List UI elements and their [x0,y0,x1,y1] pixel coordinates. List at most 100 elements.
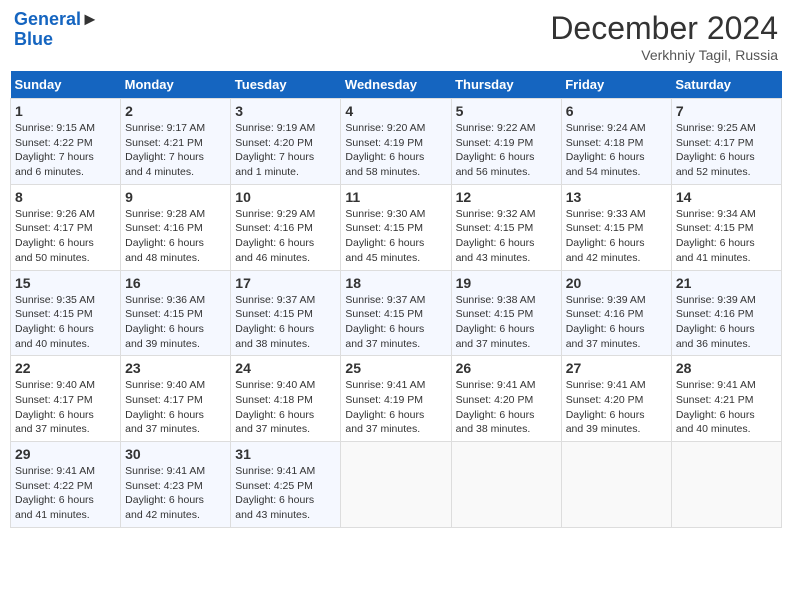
day-number: 13 [566,189,667,205]
day-info: Sunrise: 9:39 AM Sunset: 4:16 PM Dayligh… [566,293,667,352]
day-info: Sunrise: 9:41 AM Sunset: 4:20 PM Dayligh… [456,378,557,437]
day-info: Sunrise: 9:37 AM Sunset: 4:15 PM Dayligh… [345,293,446,352]
day-info: Sunrise: 9:17 AM Sunset: 4:21 PM Dayligh… [125,121,226,180]
day-cell-30: 30 Sunrise: 9:41 AM Sunset: 4:23 PM Dayli… [121,442,231,528]
day-info: Sunrise: 9:41 AM Sunset: 4:23 PM Dayligh… [125,464,226,523]
day-number: 3 [235,103,336,119]
day-info: Sunrise: 9:33 AM Sunset: 4:15 PM Dayligh… [566,207,667,266]
col-header-monday: Monday [121,71,231,99]
page-header: General► Blue December 2024 Verkhniy Tag… [10,10,782,63]
day-info: Sunrise: 9:25 AM Sunset: 4:17 PM Dayligh… [676,121,777,180]
day-number: 14 [676,189,777,205]
day-info: Sunrise: 9:40 AM Sunset: 4:17 PM Dayligh… [15,378,116,437]
logo: General► Blue [14,10,99,50]
col-header-friday: Friday [561,71,671,99]
calendar-body: 1 Sunrise: 9:15 AM Sunset: 4:22 PM Daylig… [11,99,782,528]
day-cell-2: 2 Sunrise: 9:17 AM Sunset: 4:21 PM Daylig… [121,99,231,185]
logo-text: General► Blue [14,10,99,50]
day-cell-27: 27Sunrise: 9:41 AM Sunset: 4:20 PM Dayli… [561,356,671,442]
day-cell-10: 10 Sunrise: 9:29 AM Sunset: 4:16 PM Dayli… [231,184,341,270]
title-block: December 2024 Verkhniy Tagil, Russia [550,10,778,63]
day-number: 22 [15,360,116,376]
empty-cell [451,442,561,528]
day-info: Sunrise: 9:40 AM Sunset: 4:18 PM Dayligh… [235,378,336,437]
day-cell-1: 1 Sunrise: 9:15 AM Sunset: 4:22 PM Daylig… [11,99,121,185]
day-info: Sunrise: 9:41 AM Sunset: 4:21 PM Dayligh… [676,378,777,437]
day-number: 8 [15,189,116,205]
day-number: 29 [15,446,116,462]
col-header-wednesday: Wednesday [341,71,451,99]
day-cell-25: 25Sunrise: 9:41 AM Sunset: 4:19 PM Dayli… [341,356,451,442]
day-number: 4 [345,103,446,119]
day-cell-15: 15 Sunrise: 9:35 AM Sunset: 4:15 PM Dayli… [11,270,121,356]
day-info: Sunrise: 9:28 AM Sunset: 4:16 PM Dayligh… [125,207,226,266]
day-number: 31 [235,446,336,462]
day-cell-9: 9 Sunrise: 9:28 AM Sunset: 4:16 PM Daylig… [121,184,231,270]
day-cell-16: 16Sunrise: 9:36 AM Sunset: 4:15 PM Dayli… [121,270,231,356]
day-number: 28 [676,360,777,376]
day-number: 16 [125,275,226,291]
calendar-header-row: SundayMondayTuesdayWednesdayThursdayFrid… [11,71,782,99]
day-number: 21 [676,275,777,291]
day-cell-18: 18Sunrise: 9:37 AM Sunset: 4:15 PM Dayli… [341,270,451,356]
day-number: 7 [676,103,777,119]
day-info: Sunrise: 9:30 AM Sunset: 4:15 PM Dayligh… [345,207,446,266]
day-info: Sunrise: 9:35 AM Sunset: 4:15 PM Dayligh… [15,293,116,352]
day-number: 19 [456,275,557,291]
day-cell-5: 5Sunrise: 9:22 AM Sunset: 4:19 PM Daylig… [451,99,561,185]
calendar-week-2: 8 Sunrise: 9:26 AM Sunset: 4:17 PM Daylig… [11,184,782,270]
empty-cell [341,442,451,528]
day-cell-11: 11 Sunrise: 9:30 AM Sunset: 4:15 PM Dayli… [341,184,451,270]
day-cell-20: 20 Sunrise: 9:39 AM Sunset: 4:16 PM Dayli… [561,270,671,356]
day-cell-28: 28 Sunrise: 9:41 AM Sunset: 4:21 PM Dayli… [671,356,781,442]
day-info: Sunrise: 9:32 AM Sunset: 4:15 PM Dayligh… [456,207,557,266]
day-number: 17 [235,275,336,291]
day-number: 20 [566,275,667,291]
day-cell-21: 21 Sunrise: 9:39 AM Sunset: 4:16 PM Dayli… [671,270,781,356]
day-info: Sunrise: 9:34 AM Sunset: 4:15 PM Dayligh… [676,207,777,266]
day-number: 24 [235,360,336,376]
empty-cell [671,442,781,528]
day-number: 6 [566,103,667,119]
day-info: Sunrise: 9:15 AM Sunset: 4:22 PM Dayligh… [15,121,116,180]
empty-cell [561,442,671,528]
day-number: 27 [566,360,667,376]
day-cell-4: 4 Sunrise: 9:20 AM Sunset: 4:19 PM Daylig… [341,99,451,185]
day-info: Sunrise: 9:29 AM Sunset: 4:16 PM Dayligh… [235,207,336,266]
day-info: Sunrise: 9:37 AM Sunset: 4:15 PM Dayligh… [235,293,336,352]
day-number: 1 [15,103,116,119]
day-number: 30 [125,446,226,462]
day-cell-23: 23 Sunrise: 9:40 AM Sunset: 4:17 PM Dayli… [121,356,231,442]
day-info: Sunrise: 9:40 AM Sunset: 4:17 PM Dayligh… [125,378,226,437]
col-header-sunday: Sunday [11,71,121,99]
col-header-saturday: Saturday [671,71,781,99]
day-info: Sunrise: 9:19 AM Sunset: 4:20 PM Dayligh… [235,121,336,180]
col-header-tuesday: Tuesday [231,71,341,99]
day-number: 12 [456,189,557,205]
day-cell-22: 22 Sunrise: 9:40 AM Sunset: 4:17 PM Dayli… [11,356,121,442]
col-header-thursday: Thursday [451,71,561,99]
day-cell-14: 14 Sunrise: 9:34 AM Sunset: 4:15 PM Dayli… [671,184,781,270]
day-cell-12: 12 Sunrise: 9:32 AM Sunset: 4:15 PM Dayli… [451,184,561,270]
calendar-table: SundayMondayTuesdayWednesdayThursdayFrid… [10,71,782,528]
day-info: Sunrise: 9:39 AM Sunset: 4:16 PM Dayligh… [676,293,777,352]
day-number: 15 [15,275,116,291]
day-cell-6: 6Sunrise: 9:24 AM Sunset: 4:18 PM Daylig… [561,99,671,185]
day-number: 23 [125,360,226,376]
day-cell-31: 31Sunrise: 9:41 AM Sunset: 4:25 PM Dayli… [231,442,341,528]
day-number: 26 [456,360,557,376]
day-number: 9 [125,189,226,205]
calendar-week-5: 29 Sunrise: 9:41 AM Sunset: 4:22 PM Dayli… [11,442,782,528]
day-number: 11 [345,189,446,205]
calendar-week-1: 1 Sunrise: 9:15 AM Sunset: 4:22 PM Daylig… [11,99,782,185]
calendar-week-4: 22 Sunrise: 9:40 AM Sunset: 4:17 PM Dayli… [11,356,782,442]
day-cell-17: 17 Sunrise: 9:37 AM Sunset: 4:15 PM Dayli… [231,270,341,356]
day-number: 10 [235,189,336,205]
day-cell-24: 24 Sunrise: 9:40 AM Sunset: 4:18 PM Dayli… [231,356,341,442]
day-cell-19: 19Sunrise: 9:38 AM Sunset: 4:15 PM Dayli… [451,270,561,356]
day-info: Sunrise: 9:41 AM Sunset: 4:22 PM Dayligh… [15,464,116,523]
day-info: Sunrise: 9:22 AM Sunset: 4:19 PM Dayligh… [456,121,557,180]
day-info: Sunrise: 9:26 AM Sunset: 4:17 PM Dayligh… [15,207,116,266]
day-number: 2 [125,103,226,119]
day-info: Sunrise: 9:20 AM Sunset: 4:19 PM Dayligh… [345,121,446,180]
